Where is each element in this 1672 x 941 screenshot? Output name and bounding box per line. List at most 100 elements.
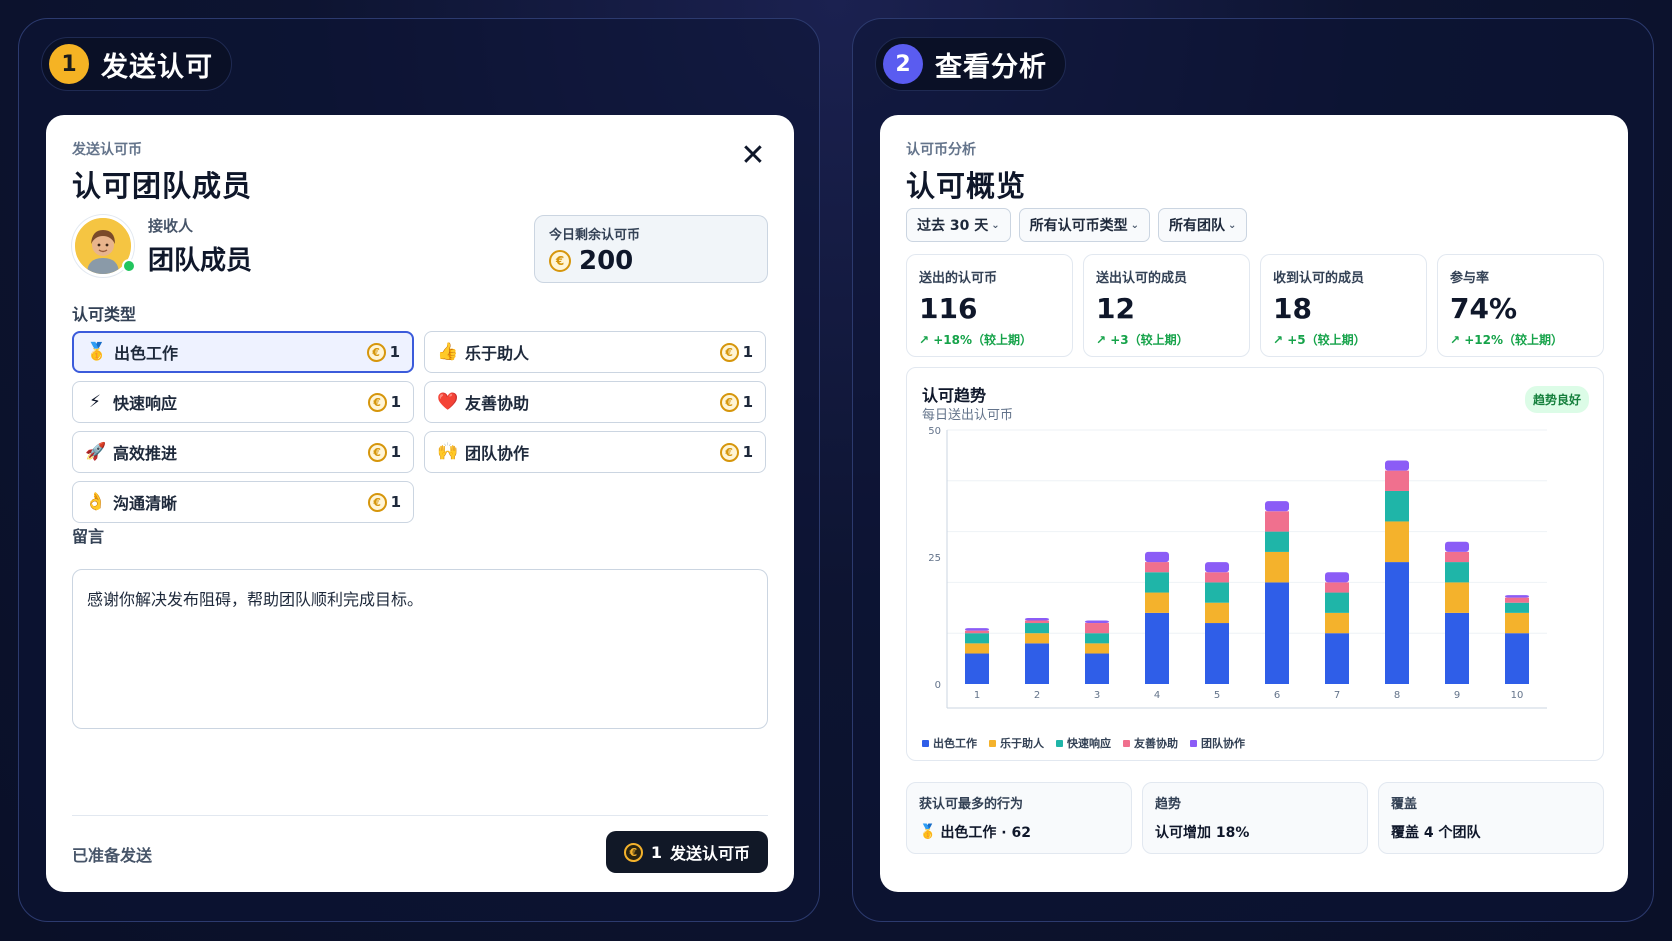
send-status: 已准备发送: [72, 846, 153, 865]
bar-segment: [1505, 595, 1529, 598]
stat-delta: ↗ +3（较上期）: [1096, 333, 1189, 347]
x-tick-label: 8: [1394, 690, 1400, 701]
bar-segment: [1505, 633, 1529, 684]
insight-value-text: 覆盖 4 个团队: [1391, 825, 1481, 841]
x-tick-label: 4: [1154, 690, 1160, 701]
balance-value: 200: [579, 246, 634, 276]
type-emoji-icon: 👍: [437, 342, 459, 362]
recognition-type-option[interactable]: 🥇 出色工作 €1: [72, 331, 414, 373]
chevron-down-icon: ⌄: [1130, 219, 1140, 231]
legend-item: 乐于助人: [989, 735, 1044, 751]
bar-segment: [1205, 572, 1229, 583]
bar-segment: [1085, 653, 1109, 684]
filter-dropdown[interactable]: 所有团队 ⌄: [1158, 208, 1248, 242]
insight-label: 覆盖: [1391, 797, 1418, 812]
online-status-dot: [122, 259, 136, 273]
legend-item: 友善协助: [1123, 735, 1178, 751]
recognition-type-option[interactable]: 🚀 高效推进 €1: [72, 431, 414, 473]
type-label: 出色工作: [114, 344, 179, 363]
bar-segment: [1025, 620, 1049, 624]
legend-label: 快速响应: [1067, 737, 1111, 750]
step-badge-send: 1 发送认可: [41, 37, 232, 91]
card-eyebrow: 发送认可币: [72, 142, 142, 158]
bar-segment: [1265, 531, 1289, 552]
bar-segment: [965, 630, 989, 634]
bar-segment: [1445, 582, 1469, 613]
bar-segment: [1085, 643, 1109, 654]
stat-value: 74%: [1450, 292, 1518, 325]
stat-delta: ↗ +12%（较上期）: [1450, 333, 1564, 347]
bar-segment: [965, 643, 989, 654]
filter-label: 过去 30 天: [917, 218, 989, 234]
bar-segment: [965, 628, 989, 631]
trend-badge: 趋势良好: [1524, 386, 1589, 413]
avatar: [72, 215, 136, 277]
bar-segment: [1445, 541, 1469, 552]
type-label: 沟通清晰: [113, 494, 178, 513]
bar-segment: [1265, 582, 1289, 684]
bar-segment: [1445, 562, 1469, 583]
stat-label: 参与率: [1450, 271, 1490, 286]
x-tick-label: 1: [974, 690, 980, 701]
legend-label: 乐于助人: [1000, 737, 1044, 750]
message-input[interactable]: 感谢你解决发布阻碍，帮助团队顺利完成目标。: [72, 569, 768, 729]
insight-label: 趋势: [1155, 797, 1182, 812]
card-title: 认可团队成员: [72, 169, 253, 203]
stat-label: 送出认可的成员: [1096, 271, 1188, 286]
insight-value-text: 出色工作 · 62: [940, 825, 1031, 841]
bar-segment: [1505, 612, 1529, 634]
type-cost-value: 1: [742, 443, 753, 461]
recognition-type-option[interactable]: 🙌 团队协作 €1: [424, 431, 766, 473]
type-cost-value: 1: [389, 343, 400, 361]
bar-segment: [1325, 572, 1349, 583]
type-emoji-icon: ❤️: [437, 392, 459, 412]
coin-icon: €: [367, 492, 387, 512]
filter-dropdown[interactable]: 过去 30 天 ⌄: [906, 208, 1011, 242]
x-tick-label: 5: [1214, 690, 1220, 701]
recognition-type-option[interactable]: ❤️ 友善协助 €1: [424, 381, 766, 423]
bar-segment: [1025, 633, 1049, 644]
insight-cards: 获认可最多的行为 🥇 出色工作 · 62 趋势 认可增加 18% 覆盖 覆盖 4 个团队: [906, 782, 1604, 854]
legend-swatch: [922, 739, 929, 747]
step-badge-analytics: 2 查看分析: [875, 37, 1066, 91]
bar-segment: [1265, 551, 1289, 583]
coin-icon: €: [367, 442, 387, 462]
recognition-type-option[interactable]: 👌 沟通清晰 €1: [72, 481, 414, 523]
bar-segment: [1385, 562, 1409, 684]
recognition-type-option[interactable]: 👍 乐于助人 €1: [424, 331, 766, 373]
bar-segment: [1205, 562, 1229, 573]
y-tick-label: 50: [928, 426, 941, 437]
bar-segment: [1385, 521, 1409, 563]
type-cost: €1: [367, 392, 401, 412]
stat-card: 参与率 74% ↗ +12%（较上期）: [1437, 254, 1604, 357]
type-label: 友善协助: [465, 394, 530, 413]
close-icon[interactable]: ✕: [736, 139, 770, 173]
filter-dropdown[interactable]: 所有认可币类型 ⌄: [1018, 208, 1151, 242]
medal-icon: 🥇: [919, 824, 937, 840]
x-tick-label: 9: [1454, 690, 1460, 701]
type-cost-value: 1: [390, 443, 401, 461]
message-label: 留言: [72, 527, 105, 546]
type-label: 乐于助人: [465, 344, 530, 363]
bar-segment: [1145, 562, 1169, 573]
chart-title: 认可趋势: [922, 386, 987, 405]
bar-segment: [1325, 582, 1349, 593]
recipient-label: 接收人: [148, 217, 194, 235]
legend-item: 快速响应: [1056, 735, 1111, 751]
x-tick-label: 2: [1034, 690, 1040, 701]
coin-icon: €: [367, 392, 387, 412]
step-number: 2: [883, 44, 923, 84]
step-number: 1: [49, 44, 89, 84]
recognition-type-option[interactable]: ⚡ 快速响应 €1: [72, 381, 414, 423]
send-coins-button[interactable]: € 1 发送认可币: [605, 831, 768, 873]
recipient[interactable]: 接收人 团队成员: [72, 215, 252, 277]
recipient-name: 团队成员: [148, 246, 253, 276]
stat-delta: ↗ +5（较上期）: [1273, 333, 1366, 347]
legend-item: 团队协作: [1190, 735, 1245, 751]
send-count: 1: [650, 842, 662, 862]
chevron-down-icon: ⌄: [991, 219, 1000, 231]
legend-label: 友善协助: [1134, 737, 1178, 750]
type-cost-value: 1: [390, 393, 401, 411]
bar-segment: [1025, 617, 1049, 621]
send-recognition-panel: 1 发送认可 发送认可币 认可团队成员 ✕ 接收人 团队成员 今日剩余认可币 €…: [18, 18, 820, 922]
